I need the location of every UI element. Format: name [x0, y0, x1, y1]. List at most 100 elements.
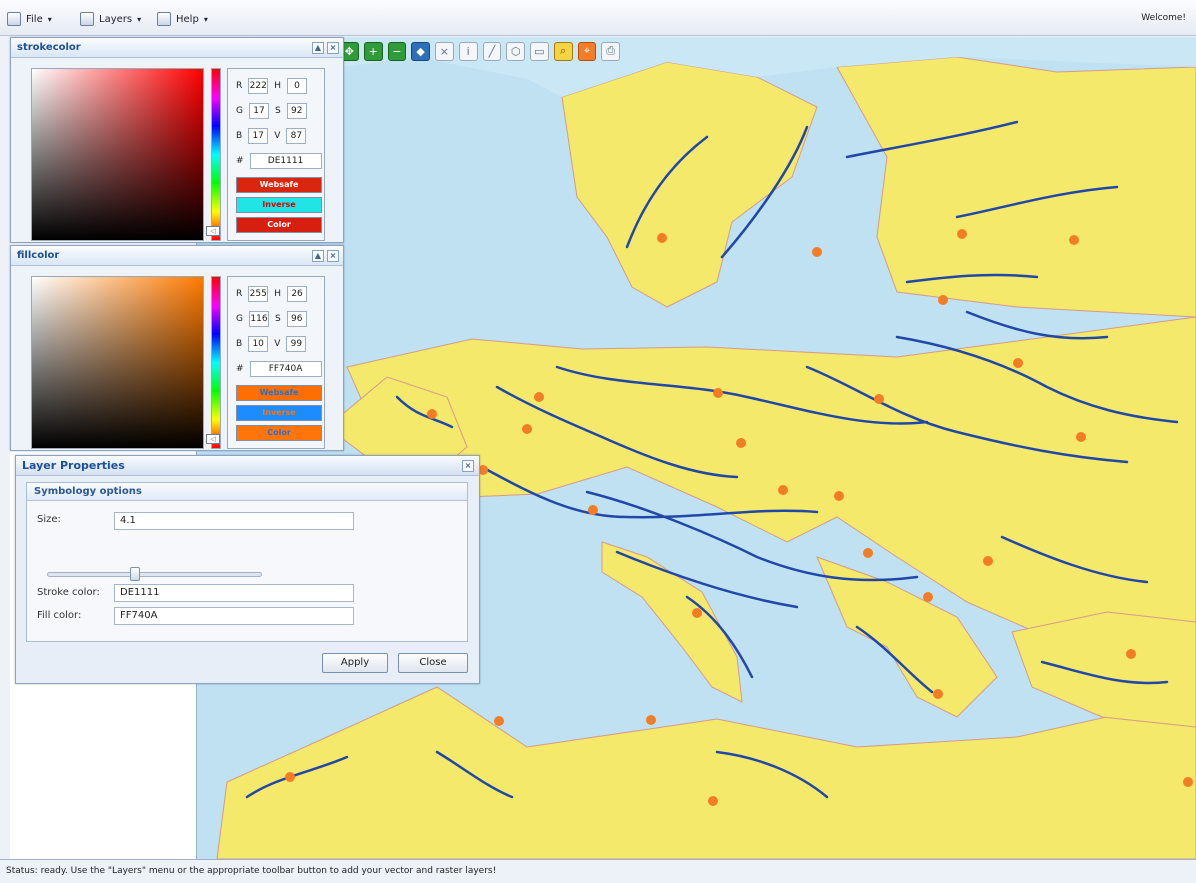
- strokecolor-title: strokecolor: [17, 42, 81, 53]
- city-marker: [736, 438, 746, 448]
- hex-field[interactable]: FF740A: [249, 361, 322, 377]
- city-marker: [1013, 358, 1023, 368]
- hex-label: #: [236, 364, 244, 374]
- g-field[interactable]: 17: [248, 103, 269, 119]
- s-field[interactable]: 92: [286, 103, 307, 119]
- delete-layer-icon[interactable]: ×: [435, 41, 454, 61]
- size-slider-track[interactable]: [47, 572, 262, 577]
- fill-color-input[interactable]: FF740A: [114, 607, 354, 625]
- hue-slider-handle[interactable]: ◁: [206, 434, 220, 444]
- g-field[interactable]: 116: [248, 311, 269, 327]
- zoom-in-icon[interactable]: ⌕: [553, 41, 573, 61]
- zoom-out-layer-icon[interactable]: −: [387, 41, 407, 61]
- city-marker: [863, 548, 873, 558]
- layer-info-icon[interactable]: i: [458, 41, 478, 61]
- welcome-message: Welcome!: [1141, 13, 1186, 23]
- symbology-options-panel: Symbology options Size: 4.1 Stroke color…: [26, 482, 468, 642]
- v-field[interactable]: 87: [286, 128, 307, 144]
- city-marker: [938, 295, 948, 305]
- layer-properties-title: Layer Properties: [22, 459, 125, 472]
- b-label: B: [236, 131, 243, 141]
- strokecolor-values: R 222 H0 G 17 S 92 B 17 V 87 # DE1111 Websafe …: [227, 68, 325, 241]
- v-field[interactable]: 99: [286, 336, 307, 352]
- fillcolor-spectrum[interactable]: [31, 276, 204, 449]
- draw-box-icon[interactable]: ▭: [530, 41, 549, 61]
- hue-slider-handle[interactable]: ◁: [206, 226, 220, 236]
- city-marker: [646, 715, 656, 725]
- collapse-icon[interactable]: ▲: [312, 42, 324, 54]
- color-swatch[interactable]: Color: [236, 217, 322, 233]
- s-label: S: [274, 106, 281, 116]
- websafe-swatch[interactable]: Websafe: [236, 177, 322, 193]
- city-marker: [923, 592, 933, 602]
- r-label: R: [236, 81, 243, 91]
- city-marker: [778, 485, 788, 495]
- chevron-down-icon: ▾: [47, 14, 52, 24]
- apply-button[interactable]: Apply: [322, 653, 388, 673]
- stroke-color-input[interactable]: DE1111: [114, 584, 354, 602]
- r-h-row: R 222 H0: [236, 77, 308, 95]
- h-field[interactable]: 0: [287, 78, 308, 94]
- draw-polygon-icon[interactable]: ⬡: [506, 41, 525, 61]
- b-field[interactable]: 17: [248, 128, 269, 144]
- layer-properties-window: Layer Properties × Symbology options Siz…: [15, 455, 480, 684]
- city-marker: [285, 772, 295, 782]
- close-icon[interactable]: ×: [462, 460, 474, 472]
- europe-map: [197, 37, 1196, 859]
- layers-menu[interactable]: Layers ▾: [80, 10, 141, 28]
- layers-menu-label: Layers: [99, 13, 133, 25]
- add-layer-icon[interactable]: ◆: [411, 41, 430, 61]
- r-h-row: R 255 H 26: [236, 285, 308, 303]
- inverse-swatch[interactable]: Inverse: [236, 405, 322, 421]
- file-menu-label: File: [26, 13, 43, 25]
- close-button[interactable]: Close: [398, 653, 468, 673]
- h-field[interactable]: 26: [287, 286, 308, 302]
- print-icon[interactable]: ⎙: [601, 41, 620, 61]
- size-label: Size:: [37, 514, 61, 525]
- close-icon[interactable]: ×: [327, 250, 339, 262]
- s-field[interactable]: 96: [286, 311, 307, 327]
- size-input[interactable]: 4.1: [114, 512, 354, 530]
- r-field[interactable]: 255: [248, 286, 269, 302]
- fillcolor-hue-slider[interactable]: [211, 276, 221, 449]
- city-marker: [708, 796, 718, 806]
- file-menu[interactable]: File ▾: [7, 10, 52, 28]
- close-icon[interactable]: ×: [327, 42, 339, 54]
- city-marker: [692, 608, 702, 618]
- strokecolor-hue-slider[interactable]: [211, 68, 221, 241]
- b-field[interactable]: 10: [248, 336, 269, 352]
- help-menu[interactable]: Help ▾: [157, 10, 208, 28]
- top-menubar: File ▾ Layers ▾ Help ▾ Welcome!: [0, 0, 1196, 36]
- city-marker: [812, 247, 822, 257]
- file-icon: [7, 12, 21, 26]
- inverse-swatch[interactable]: Inverse: [236, 197, 322, 213]
- zoom-out-icon[interactable]: ⌖: [577, 41, 597, 61]
- h-label: H: [274, 289, 282, 299]
- city-marker: [427, 409, 437, 419]
- city-marker: [957, 229, 967, 239]
- strokecolor-window: strokecolor ▲ × ◁ R 222 H0 G 17 S 92 B 17 V8…: [10, 37, 344, 243]
- hex-field[interactable]: DE1111: [249, 153, 322, 169]
- layers-icon: [80, 12, 94, 26]
- size-slider-thumb[interactable]: [130, 567, 140, 581]
- city-marker: [657, 233, 667, 243]
- r-field[interactable]: 222: [248, 78, 269, 94]
- websafe-swatch[interactable]: Websafe: [236, 385, 322, 401]
- map-toolbar: ✥ + − ◆ × i ╱ ⬡ ▭ ⌕ ⌖ ⎙: [340, 37, 620, 65]
- b-v-row: B 17 V 87: [236, 127, 307, 145]
- fillcolor-window: fillcolor ▲ × ◁ R 255 H 26 G 116 S 96 B 10 V9…: [10, 245, 344, 451]
- g-s-row: G 17 S 92: [236, 102, 307, 120]
- color-swatch[interactable]: Color: [236, 425, 322, 441]
- city-marker: [1183, 777, 1193, 787]
- zoom-in-layer-icon[interactable]: +: [363, 41, 383, 61]
- city-marker: [588, 505, 598, 515]
- strokecolor-spectrum[interactable]: [31, 68, 204, 241]
- fillcolor-window-title: fillcolor ▲ ×: [11, 246, 343, 266]
- status-bar: Status: ready. Use the "Layers" menu or …: [0, 859, 1196, 883]
- draw-line-icon[interactable]: ╱: [482, 41, 502, 61]
- collapse-icon[interactable]: ▲: [312, 250, 324, 262]
- map-canvas[interactable]: [197, 37, 1196, 859]
- h-label: H: [274, 81, 282, 91]
- layer-properties-title-bar: Layer Properties ×: [16, 456, 479, 476]
- city-marker: [534, 392, 544, 402]
